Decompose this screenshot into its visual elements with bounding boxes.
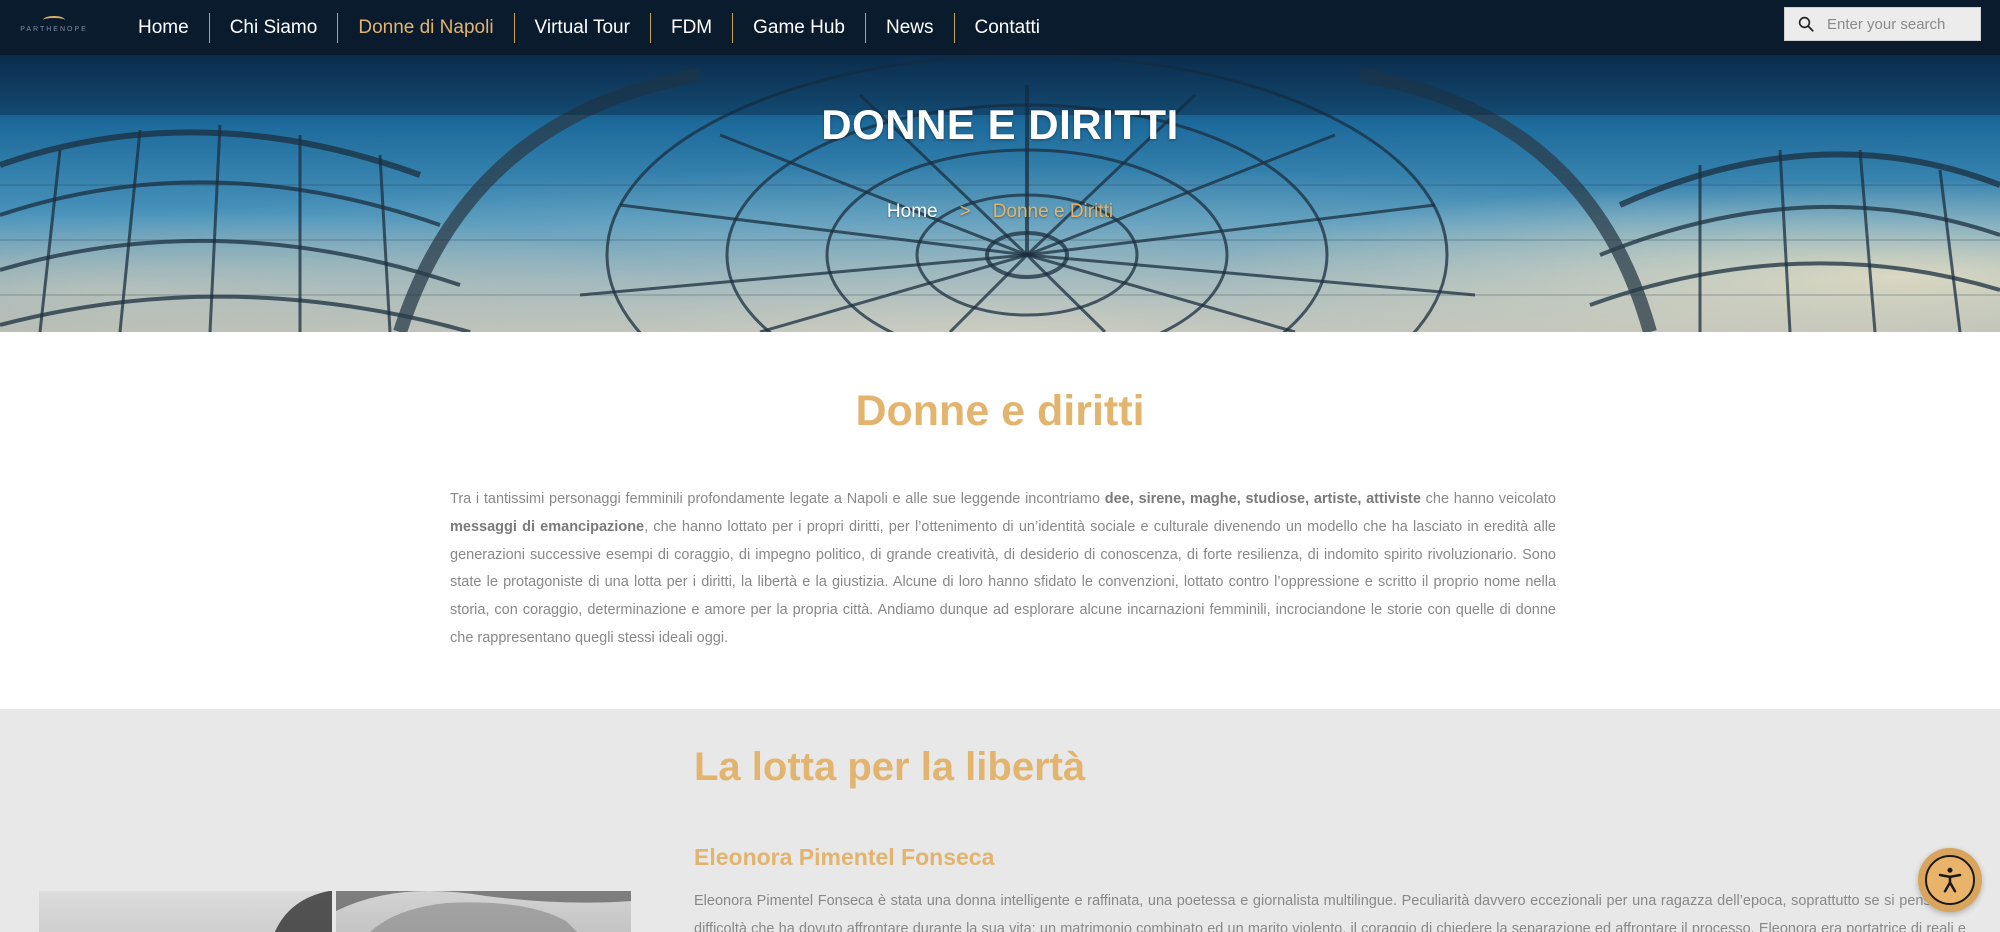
portrait-photo-right: [336, 891, 631, 932]
nav-item-home[interactable]: Home: [118, 13, 209, 43]
breadcrumb-separator: >: [959, 201, 971, 222]
intro-text-part-1: Tra i tantissimi personaggi femminili pr…: [450, 491, 1105, 507]
intro-bold-part-1: dee, sirene, maghe, studiose, artiste, a…: [1104, 491, 1421, 507]
section-title: La lotta per la libertà: [694, 745, 1086, 789]
breadcrumb-current: Donne e Diritti: [992, 201, 1114, 222]
portrait-left-image: [274, 891, 332, 932]
section-paragraph: Eleonora Pimentel Fonseca è stata una do…: [694, 893, 1966, 932]
search-box[interactable]: [1784, 7, 1981, 41]
intro-title: Donne e diritti: [855, 387, 1145, 435]
portrait-photo-left: [39, 891, 332, 932]
accessibility-button[interactable]: [1918, 848, 1982, 912]
nav-item-news[interactable]: News: [865, 12, 954, 43]
accessibility-icon: [1938, 867, 1962, 893]
search-input[interactable]: [1827, 15, 1977, 33]
nav-item-fdm[interactable]: FDM: [649, 12, 732, 43]
logo-text: PARTHENOPE: [20, 25, 88, 33]
search-icon[interactable]: [1797, 15, 1815, 33]
logo-wave-icon: [43, 15, 65, 24]
breadcrumb-home-link[interactable]: Home: [887, 201, 938, 223]
hero-banner: DONNE E DIRITTI Home > Donne e Diritti: [0, 55, 2000, 332]
freedom-section: La lotta per la libertà Eleonora Pimente…: [0, 709, 2000, 932]
nav-item-chi-siamo[interactable]: Chi Siamo: [208, 12, 338, 43]
accessibility-button-inner: [1925, 855, 1975, 905]
nav-item-donne-di-napoli[interactable]: Donne di Napoli: [337, 12, 513, 43]
section-subtitle: Eleonora Pimentel Fonseca: [694, 844, 995, 870]
nav-item-virtual-tour[interactable]: Virtual Tour: [513, 12, 650, 43]
top-navbar: PARTHENOPE Home Chi Siamo Donne di Napol…: [0, 0, 2000, 55]
intro-text-part-2: che hanno veicolato: [1420, 491, 1556, 507]
glass-dome-image: [0, 55, 2000, 332]
intro-text-part-3: , che hanno lottato per i propri diritti…: [450, 518, 1556, 646]
site-logo[interactable]: PARTHENOPE: [20, 14, 88, 34]
intro-paragraph: Tra i tantissimi personaggi femminili pr…: [450, 486, 1556, 653]
hero-title: DONNE E DIRITTI: [821, 101, 1179, 148]
nav-item-contatti[interactable]: Contatti: [953, 12, 1060, 43]
portrait-right-image: [336, 891, 631, 932]
main-nav: Home Chi Siamo Donne di Napoli Virtual T…: [118, 0, 1060, 55]
breadcrumb: Home > Donne e Diritti: [0, 201, 2000, 223]
intro-bold-part-2: messaggi di emancipazione: [450, 518, 645, 535]
nav-item-game-hub[interactable]: Game Hub: [732, 12, 865, 43]
